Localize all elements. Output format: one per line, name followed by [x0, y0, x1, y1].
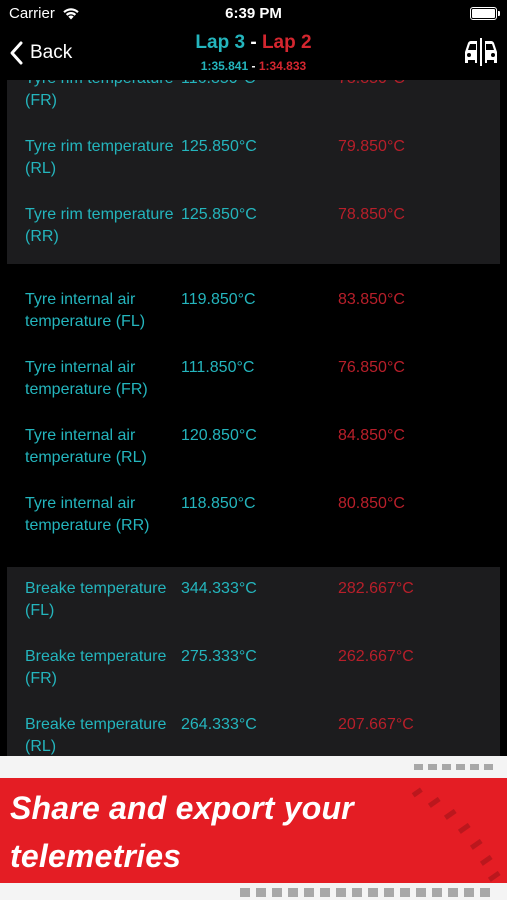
- lap-b-value: 84.850°C: [338, 427, 405, 444]
- lap-a-value: 275.333°C: [181, 648, 257, 665]
- car-compare-icon[interactable]: [463, 37, 499, 67]
- lap-b-value: 78.850°C: [338, 80, 405, 90]
- lap-b-value: 80.850°C: [338, 495, 405, 512]
- telemetry-list[interactable]: Tyre rim temperature (FR) 116.850°C 78.8…: [0, 80, 507, 756]
- row-label: Tyre internal air temperature (FL): [25, 291, 146, 330]
- row-label: Tyre rim temperature (RR): [25, 206, 174, 245]
- lap-b-time: 1:34.833: [258, 59, 307, 73]
- lap-b-value: 83.850°C: [338, 291, 405, 308]
- lap-times: 1:35.841 - 1:34.833: [0, 59, 507, 73]
- lap-a-value: 116.850°C: [181, 80, 256, 90]
- battery-icon: [470, 7, 500, 20]
- table-row: Tyre rim temperature (FR) 116.850°C 78.8…: [7, 80, 500, 125]
- banner-line-2: telemetries: [10, 838, 182, 874]
- table-row: Tyre rim temperature (RR) 125.850°C 78.8…: [7, 193, 500, 261]
- table-row: Tyre internal air temperature (RR) 118.8…: [7, 482, 500, 550]
- table-row: Tyre internal air temperature (RL) 120.8…: [7, 414, 500, 482]
- navigation-bar: Back Lap 3 - Lap 2 1:35.841 - 1:34.833: [0, 28, 507, 80]
- lap-a-title: Lap 3: [195, 32, 246, 53]
- brake-temperature-section: Breake temperature (FL) 344.333°C 282.66…: [7, 567, 500, 756]
- row-label: Tyre internal air temperature (RL): [25, 427, 147, 466]
- row-label: Tyre internal air temperature (FR): [25, 359, 148, 398]
- table-row: Breake temperature (FL) 344.333°C 282.66…: [7, 567, 500, 635]
- banner-headline: Share and export your telemetries: [10, 784, 490, 880]
- table-row: Tyre internal air temperature (FR) 111.8…: [7, 346, 500, 414]
- lap-a-value: 264.333°C: [181, 716, 257, 733]
- lap-a-value: 120.850°C: [181, 427, 257, 444]
- lap-b-value: 282.667°C: [338, 580, 414, 597]
- row-label: Tyre internal air temperature (RR): [25, 495, 150, 534]
- lap-a-value: 111.850°C: [181, 359, 255, 376]
- table-row: Tyre internal air temperature (FL) 119.8…: [7, 278, 500, 346]
- promo-banner[interactable]: Share and export your telemetries: [0, 756, 507, 900]
- time-separator: -: [248, 59, 259, 73]
- lap-b-value: 79.850°C: [338, 138, 405, 155]
- tyre-internal-air-section: Tyre internal air temperature (FL) 119.8…: [7, 278, 500, 553]
- clock: 6:39 PM: [225, 5, 282, 22]
- lap-b-value: 207.667°C: [338, 716, 414, 733]
- row-label: Breake temperature (RL): [25, 716, 167, 755]
- lap-a-time: 1:35.841: [200, 59, 249, 73]
- tyre-rim-section: Tyre rim temperature (FR) 116.850°C 78.8…: [7, 80, 500, 264]
- row-label: Tyre rim temperature (RL): [25, 138, 174, 177]
- lap-b-title: Lap 2: [261, 32, 312, 53]
- title-separator: -: [245, 32, 262, 53]
- lap-b-value: 76.850°C: [338, 359, 405, 376]
- lap-a-value: 125.850°C: [181, 206, 257, 223]
- lap-a-value: 119.850°C: [181, 291, 256, 308]
- row-label: Breake temperature (FR): [25, 648, 167, 687]
- lap-a-value: 125.850°C: [181, 138, 257, 155]
- table-row: Tyre rim temperature (RL) 125.850°C 79.8…: [7, 125, 500, 193]
- status-bar: Carrier 6:39 PM: [0, 0, 507, 28]
- banner-line-1: Share and export your: [10, 790, 354, 826]
- row-label: Tyre rim temperature (FR): [25, 80, 173, 109]
- lap-a-value: 118.850°C: [181, 495, 256, 512]
- page-title: Lap 3 - Lap 2: [0, 32, 507, 54]
- lap-b-value: 78.850°C: [338, 206, 405, 223]
- lap-b-value: 262.667°C: [338, 648, 414, 665]
- row-label: Breake temperature (FL): [25, 580, 167, 619]
- table-row: Breake temperature (FR) 275.333°C 262.66…: [7, 635, 500, 703]
- table-row: Breake temperature (RL) 264.333°C 207.66…: [7, 703, 500, 756]
- lap-a-value: 344.333°C: [181, 580, 257, 597]
